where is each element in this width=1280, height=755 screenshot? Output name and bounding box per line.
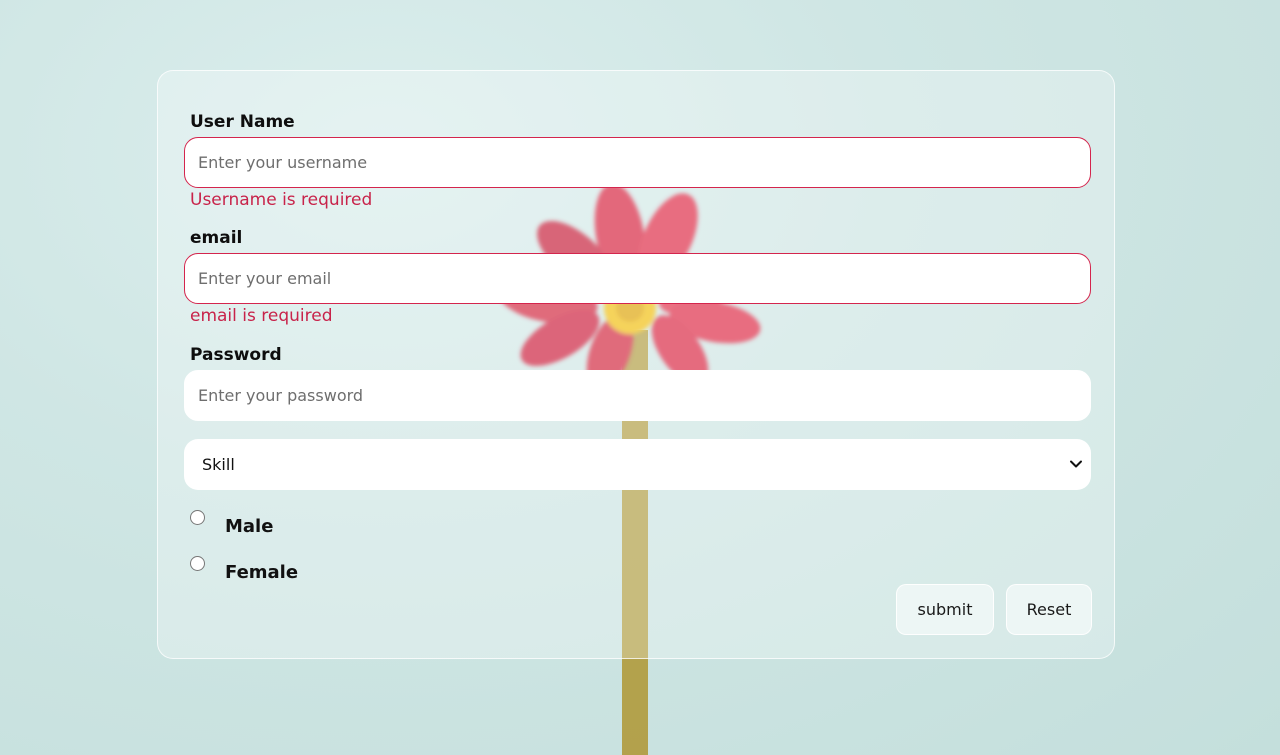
submit-button[interactable]: submit bbox=[896, 584, 994, 635]
female-radio[interactable] bbox=[190, 556, 205, 571]
skill-select[interactable]: Skill bbox=[184, 439, 1091, 490]
email-input[interactable] bbox=[184, 253, 1091, 304]
male-label: Male bbox=[225, 516, 274, 537]
registration-form: User Name Username is required email ema… bbox=[157, 70, 1115, 659]
username-label: User Name bbox=[190, 112, 295, 132]
reset-button[interactable]: Reset bbox=[1006, 584, 1092, 635]
username-error: Username is required bbox=[190, 190, 373, 210]
skill-select-wrapper: Skill bbox=[184, 439, 1091, 490]
male-radio[interactable] bbox=[190, 510, 205, 525]
password-input[interactable] bbox=[184, 370, 1091, 421]
email-label: email bbox=[190, 228, 243, 248]
password-label: Password bbox=[190, 345, 282, 365]
username-input[interactable] bbox=[184, 137, 1091, 188]
email-error: email is required bbox=[190, 306, 333, 326]
female-label: Female bbox=[225, 562, 299, 583]
